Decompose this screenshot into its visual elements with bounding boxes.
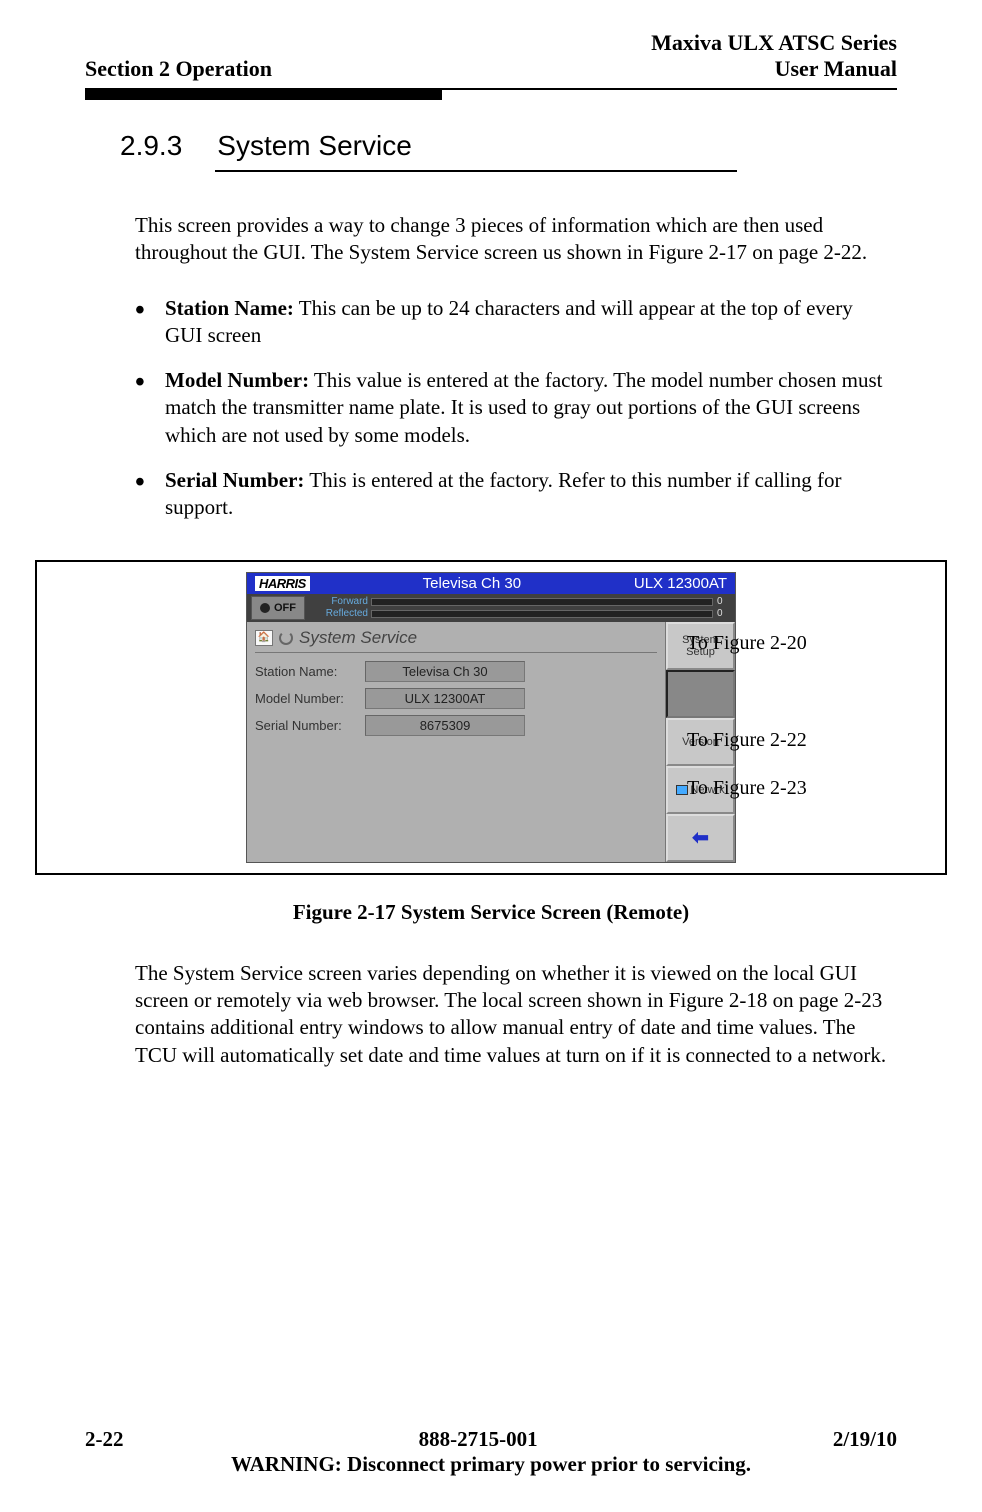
footer-page: 2-22 — [85, 1427, 124, 1452]
harris-logo: HARRIS — [255, 576, 310, 591]
gui-title-center: Televisa Ch 30 — [310, 575, 634, 592]
bullet-label: Model Number: — [165, 368, 309, 392]
footer-date: 2/19/10 — [833, 1427, 897, 1452]
section-number: 2.9.3 — [120, 130, 182, 162]
header-rule — [85, 88, 897, 100]
serial-number-field: Serial Number: 8675309 — [255, 715, 657, 736]
gui-screenshot: HARRIS Televisa Ch 30 ULX 12300AT OFF Fo… — [246, 572, 736, 863]
reflected-value: 0 — [717, 608, 731, 620]
manual-label: User Manual — [651, 56, 897, 82]
off-indicator-box[interactable]: OFF — [251, 596, 305, 620]
off-label: OFF — [274, 602, 296, 614]
footer-warning: WARNING: Disconnect primary power prior … — [85, 1452, 897, 1477]
annotation-1: To Figure 2-20 — [687, 632, 807, 655]
footer-docnum: 888-2715-001 — [419, 1427, 538, 1452]
annotation-2: To Figure 2-22 — [687, 729, 807, 752]
bullet-list: Station Name: This can be up to 24 chara… — [135, 295, 887, 522]
back-arrow-icon: ⬅ — [692, 827, 709, 849]
gui-titlebar: HARRIS Televisa Ch 30 ULX 12300AT — [247, 573, 735, 594]
forward-value: 0 — [717, 596, 731, 608]
refresh-icon[interactable] — [279, 631, 293, 645]
forward-bar — [371, 598, 713, 606]
home-icon[interactable]: 🏠 — [255, 630, 273, 646]
figure-container: HARRIS Televisa Ch 30 ULX 12300AT OFF Fo… — [35, 560, 947, 875]
model-number-label: Model Number: — [255, 691, 365, 706]
section-label: Section 2 Operation — [85, 56, 272, 82]
bullet-model-number: Model Number: This value is entered at t… — [135, 367, 887, 449]
serial-number-label: Serial Number: — [255, 718, 365, 733]
off-indicator-icon — [260, 603, 270, 613]
reflected-bar — [371, 610, 713, 618]
station-name-label: Station Name: — [255, 664, 365, 679]
series-label: Maxiva ULX ATSC Series — [651, 30, 897, 56]
page-footer: 2-22 888-2715-001 2/19/10 WARNING: Disco… — [0, 1427, 982, 1477]
gui-breadcrumb: 🏠 System Service — [255, 628, 657, 653]
annotation-3: To Figure 2-23 — [687, 777, 807, 800]
body-after-paragraph: The System Service screen varies dependi… — [135, 960, 887, 1069]
section-title: System Service — [217, 130, 412, 162]
forward-label: Forward — [313, 596, 368, 608]
intro-paragraph: This screen provides a way to change 3 p… — [135, 212, 887, 267]
reflected-label: Reflected — [313, 608, 368, 620]
figure-caption: Figure 2-17 System Service Screen (Remot… — [85, 900, 897, 925]
model-number-field: Model Number: ULX 12300AT — [255, 688, 657, 709]
bullet-station-name: Station Name: This can be up to 24 chara… — [135, 295, 887, 350]
back-button[interactable]: ⬅ — [666, 814, 735, 862]
bullet-label: Serial Number: — [165, 468, 304, 492]
forward-meter: Forward 0 — [313, 596, 731, 608]
model-number-value[interactable]: ULX 12300AT — [365, 688, 525, 709]
bullet-serial-number: Serial Number: This is entered at the fa… — [135, 467, 887, 522]
station-name-value[interactable]: Televisa Ch 30 — [365, 661, 525, 682]
reflected-meter: Reflected 0 — [313, 608, 731, 620]
station-name-field: Station Name: Televisa Ch 30 — [255, 661, 657, 682]
bullet-label: Station Name: — [165, 296, 294, 320]
gui-title-model: ULX 12300AT — [634, 575, 727, 592]
section-underline — [215, 170, 737, 172]
gui-statusbar: OFF Forward 0 Reflected 0 — [247, 594, 735, 622]
serial-number-value[interactable]: 8675309 — [365, 715, 525, 736]
section-heading: 2.9.3 System Service — [120, 130, 897, 162]
gui-main-panel: 🏠 System Service Station Name: Televisa … — [247, 622, 665, 862]
breadcrumb-title: System Service — [299, 628, 417, 648]
sidebar-blank-button — [666, 670, 735, 718]
page-header: Section 2 Operation Maxiva ULX ATSC Seri… — [85, 30, 897, 82]
